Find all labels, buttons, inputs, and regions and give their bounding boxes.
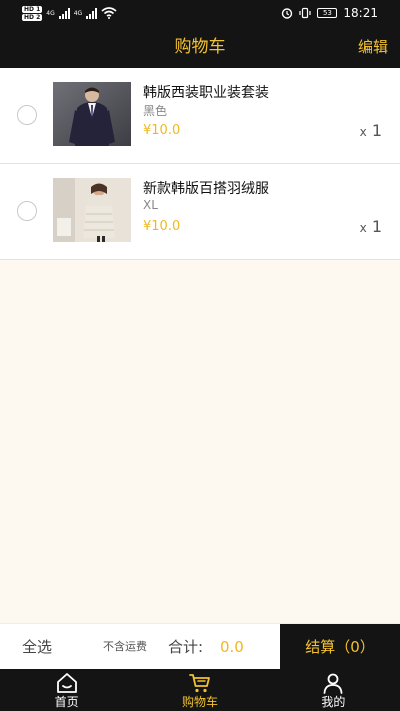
tab-profile-label: 我的 bbox=[321, 695, 346, 709]
shipping-note: 不含运费 bbox=[103, 640, 147, 653]
item-spec: XL bbox=[143, 198, 158, 212]
item-price: ¥10.0 bbox=[143, 219, 181, 234]
item-name[interactable]: 韩版西装职业装套装 bbox=[143, 82, 269, 102]
clock: 18:21 bbox=[343, 6, 378, 20]
qty-value: 1 bbox=[371, 217, 382, 236]
tab-cart-label: 购物车 bbox=[181, 695, 218, 709]
network-type-2: 4G bbox=[73, 9, 83, 17]
select-all-button[interactable]: 全选 bbox=[22, 624, 52, 670]
total-label: 合计: bbox=[168, 638, 204, 656]
signal-icon-2 bbox=[86, 7, 98, 19]
edit-button[interactable]: 编辑 bbox=[358, 26, 388, 68]
suit-photo[interactable] bbox=[53, 82, 131, 146]
hd1-badge: HD 1 bbox=[22, 5, 43, 13]
cart-list: 韩版西装职业装套装 黑色 ¥10.0 x 1 新款韩版百搭羽绒服 XL ¥10.… bbox=[0, 68, 400, 260]
item-spec: 黑色 bbox=[143, 104, 168, 118]
tab-profile[interactable]: 我的 bbox=[267, 669, 400, 711]
item-price: ¥10.0 bbox=[143, 123, 181, 138]
status-right: 53 18:21 bbox=[281, 6, 378, 20]
cart-icon bbox=[189, 674, 210, 693]
down-jacket-photo[interactable] bbox=[53, 178, 131, 242]
app-header: 购物车 编辑 bbox=[0, 26, 400, 68]
item-quantity: x 1 bbox=[360, 121, 382, 140]
tab-home-label: 首页 bbox=[54, 695, 79, 709]
tab-bar: 首页 购物车 我的 bbox=[0, 669, 400, 711]
qty-value: 1 bbox=[371, 121, 382, 140]
cart-item[interactable]: 新款韩版百搭羽绒服 XL ¥10.0 x 1 bbox=[0, 164, 400, 260]
qty-prefix: x bbox=[359, 125, 367, 139]
item-name[interactable]: 新款韩版百搭羽绒服 bbox=[143, 178, 269, 198]
total-amount: 0.0 bbox=[220, 638, 244, 656]
alarm-icon bbox=[282, 8, 293, 19]
network-type-1: 4G bbox=[46, 9, 55, 17]
profile-icon bbox=[323, 673, 343, 694]
signal-icon bbox=[58, 7, 70, 19]
status-left: HD 1 HD 2 4G 4G bbox=[22, 5, 117, 21]
home-icon bbox=[56, 673, 77, 693]
hd-badges: HD 1 HD 2 bbox=[22, 5, 43, 21]
tab-home[interactable]: 首页 bbox=[0, 669, 133, 711]
item-select-checkbox[interactable] bbox=[17, 105, 37, 125]
item-quantity: x 1 bbox=[360, 217, 382, 236]
page-title: 购物车 bbox=[174, 37, 226, 57]
vibrate-icon bbox=[299, 7, 312, 19]
cart-item[interactable]: 韩版西装职业装套装 黑色 ¥10.0 x 1 bbox=[0, 68, 400, 164]
checkout-button[interactable]: 结算（0） bbox=[280, 624, 400, 670]
tab-cart[interactable]: 购物车 bbox=[133, 669, 266, 711]
checkout-bar: 全选 不含运费 合计: 0.0 结算（0） bbox=[0, 623, 400, 670]
battery-icon: 53 bbox=[317, 8, 338, 18]
hd2-badge: HD 2 bbox=[22, 13, 43, 21]
wifi-icon bbox=[101, 7, 117, 19]
status-bar: HD 1 HD 2 4G 4G 53 18:21 bbox=[0, 0, 400, 26]
qty-prefix: x bbox=[359, 221, 367, 235]
item-select-checkbox[interactable] bbox=[17, 201, 37, 221]
